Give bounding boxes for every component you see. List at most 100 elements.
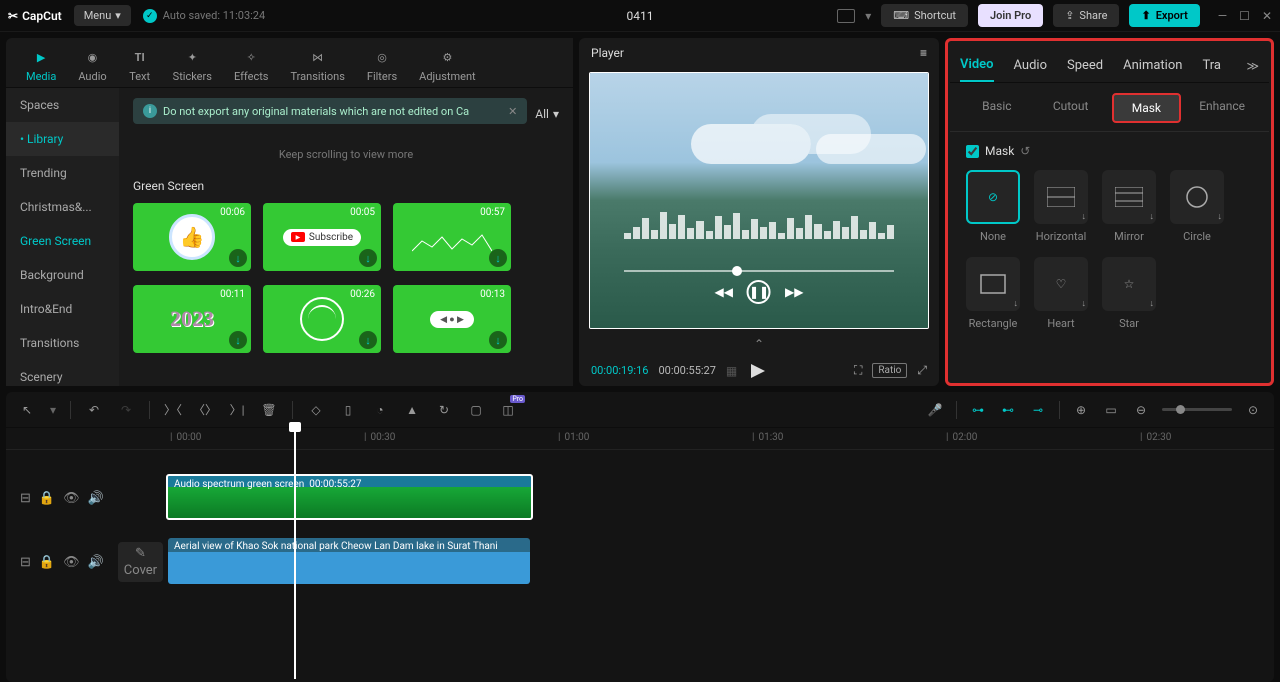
- speed-icon[interactable]: ◔: [371, 401, 389, 419]
- tab-audio[interactable]: Audio: [1014, 50, 1047, 81]
- rotate-icon[interactable]: ↻: [435, 401, 453, 419]
- mic-icon[interactable]: 🎤: [926, 401, 944, 419]
- media-thumbnail[interactable]: 00:26 ↓: [263, 285, 381, 353]
- sidebar-item-transitions[interactable]: Transitions: [6, 326, 119, 360]
- collapse-icon[interactable]: ⊟: [20, 491, 31, 506]
- media-thumbnail[interactable]: 👍 00:06 ↓: [133, 203, 251, 271]
- media-thumbnail[interactable]: 00:57 ↓: [393, 203, 511, 271]
- next-icon[interactable]: ▶▶: [785, 285, 803, 299]
- minimize-icon[interactable]: ―: [1218, 9, 1227, 23]
- mask-horizontal[interactable]: ↓Horizontal: [1034, 170, 1088, 243]
- tab-video[interactable]: Video: [960, 49, 994, 82]
- tab-adjustment[interactable]: ⚙Adjustment: [419, 46, 476, 83]
- chevron-down-icon[interactable]: ▾: [50, 403, 56, 417]
- media-thumbnail[interactable]: ▶Subscribe 00:05 ↓: [263, 203, 381, 271]
- video-clip[interactable]: Aerial view of Khao Sok national park Ch…: [168, 538, 530, 584]
- sidebar-item-background[interactable]: Background: [6, 258, 119, 292]
- link-icon[interactable]: ⊷: [999, 401, 1017, 419]
- sidebar-item-library[interactable]: Library: [6, 122, 119, 156]
- cover-button[interactable]: ✎ Cover: [118, 542, 163, 582]
- mask-heart[interactable]: ♡↓Heart: [1034, 257, 1088, 330]
- mask-mirror[interactable]: ↓Mirror: [1102, 170, 1156, 243]
- lock-icon[interactable]: 🔒: [39, 491, 55, 506]
- split-right-icon[interactable]: 〉|: [228, 401, 246, 419]
- tab-audio[interactable]: ◉Audio: [78, 46, 106, 83]
- track-icon[interactable]: ▭: [1102, 401, 1120, 419]
- zoom-in-icon[interactable]: ⊙: [1244, 401, 1262, 419]
- subtab-basic[interactable]: Basic: [964, 93, 1030, 123]
- marker-icon[interactable]: ◇: [307, 401, 325, 419]
- tab-filters[interactable]: ◎Filters: [367, 46, 397, 83]
- download-icon[interactable]: ↓: [359, 331, 377, 349]
- mute-icon[interactable]: 🔊: [88, 491, 104, 506]
- share-button[interactable]: ⇪ Share: [1053, 4, 1119, 27]
- filter-all-button[interactable]: All ▾: [535, 107, 559, 121]
- eye-icon[interactable]: 👁: [63, 555, 80, 570]
- tab-stickers[interactable]: ✦Stickers: [173, 46, 212, 83]
- close-icon[interactable]: ✕: [1262, 9, 1272, 23]
- zoom-slider[interactable]: [1162, 408, 1232, 411]
- media-thumbnail[interactable]: 2023 00:11 ↓: [133, 285, 251, 353]
- sidebar-item-scenery[interactable]: Scenery: [6, 360, 119, 386]
- redo-icon[interactable]: ↷: [117, 401, 135, 419]
- layout-icon[interactable]: [837, 9, 855, 23]
- timeline-ruler[interactable]: 00:00 00:30 01:00 01:30 02:00 02:30: [6, 428, 1274, 450]
- sidebar-item-trending[interactable]: Trending: [6, 156, 119, 190]
- sidebar-item-christmas[interactable]: Christmas&...: [6, 190, 119, 224]
- tab-media[interactable]: ▶Media: [26, 46, 56, 83]
- crop-icon[interactable]: ▢: [467, 401, 485, 419]
- split-left-icon[interactable]: 〈〉: [196, 401, 214, 419]
- download-icon[interactable]: ↓: [359, 249, 377, 267]
- delete-icon[interactable]: 🗑: [260, 401, 278, 419]
- ai-icon[interactable]: ◫Pro: [499, 401, 517, 419]
- prev-icon[interactable]: ◀◀: [715, 285, 733, 299]
- snap-icon[interactable]: ⊸: [1029, 401, 1047, 419]
- subtab-enhance[interactable]: Enhance: [1189, 93, 1255, 123]
- seek-bar[interactable]: [624, 270, 894, 272]
- media-thumbnail[interactable]: ◀ ● ▶ 00:13 ↓: [393, 285, 511, 353]
- preview-icon[interactable]: ⊕: [1072, 401, 1090, 419]
- pointer-tool[interactable]: ↖: [18, 401, 36, 419]
- fullscreen-icon[interactable]: ⤢: [917, 363, 927, 378]
- download-icon[interactable]: ↓: [229, 249, 247, 267]
- tab-text[interactable]: TIText: [129, 46, 151, 83]
- collapse-icon[interactable]: ⊟: [20, 555, 31, 570]
- tab-effects[interactable]: ✧Effects: [234, 46, 269, 83]
- frame-icon[interactable]: ▯: [339, 401, 357, 419]
- grid-icon[interactable]: ▦: [726, 364, 737, 378]
- menu-icon[interactable]: ≡: [920, 46, 927, 60]
- tab-transitions[interactable]: ⋈Transitions: [290, 46, 344, 83]
- download-icon[interactable]: ↓: [489, 249, 507, 267]
- chevron-down-icon[interactable]: ▾: [865, 9, 871, 23]
- mute-icon[interactable]: 🔊: [88, 555, 104, 570]
- reset-icon[interactable]: ↺: [1020, 144, 1030, 158]
- download-icon[interactable]: ↓: [229, 331, 247, 349]
- tab-speed[interactable]: Speed: [1067, 50, 1103, 81]
- project-title[interactable]: 0411: [627, 9, 654, 23]
- download-icon[interactable]: ↓: [489, 331, 507, 349]
- shortcut-button[interactable]: ⌨ Shortcut: [881, 4, 968, 27]
- mask-rectangle[interactable]: ↓Rectangle: [966, 257, 1020, 330]
- zoom-out-icon[interactable]: ⊖: [1132, 401, 1150, 419]
- tab-track[interactable]: Tra: [1202, 50, 1221, 81]
- export-button[interactable]: ⬆ Export: [1129, 4, 1199, 27]
- playhead[interactable]: [294, 428, 296, 679]
- eye-icon[interactable]: 👁: [63, 491, 80, 506]
- maximize-icon[interactable]: ☐: [1239, 9, 1250, 23]
- mask-checkbox[interactable]: [966, 145, 979, 158]
- sidebar-item-intro-end[interactable]: Intro&End: [6, 292, 119, 326]
- split-icon[interactable]: 〉〈: [164, 401, 182, 419]
- audio-clip[interactable]: Audio spectrum green screen 00:00:55:27: [166, 474, 533, 520]
- alert-close-icon[interactable]: ✕: [508, 105, 517, 118]
- join-pro-button[interactable]: Join Pro: [978, 4, 1043, 27]
- sidebar-item-green-screen[interactable]: Green Screen: [6, 224, 119, 258]
- undo-icon[interactable]: ↶: [85, 401, 103, 419]
- pause-icon[interactable]: ❚❚: [747, 280, 771, 304]
- subtab-mask[interactable]: Mask: [1112, 93, 1182, 123]
- ratio-button[interactable]: Ratio: [872, 363, 907, 378]
- lock-icon[interactable]: 🔒: [39, 555, 55, 570]
- mirror-icon[interactable]: ▲: [403, 401, 421, 419]
- player-viewport[interactable]: ◀◀ ❚❚ ▶▶: [589, 72, 929, 329]
- mask-circle[interactable]: ↓Circle: [1170, 170, 1224, 243]
- mask-none[interactable]: ⊘None: [966, 170, 1020, 243]
